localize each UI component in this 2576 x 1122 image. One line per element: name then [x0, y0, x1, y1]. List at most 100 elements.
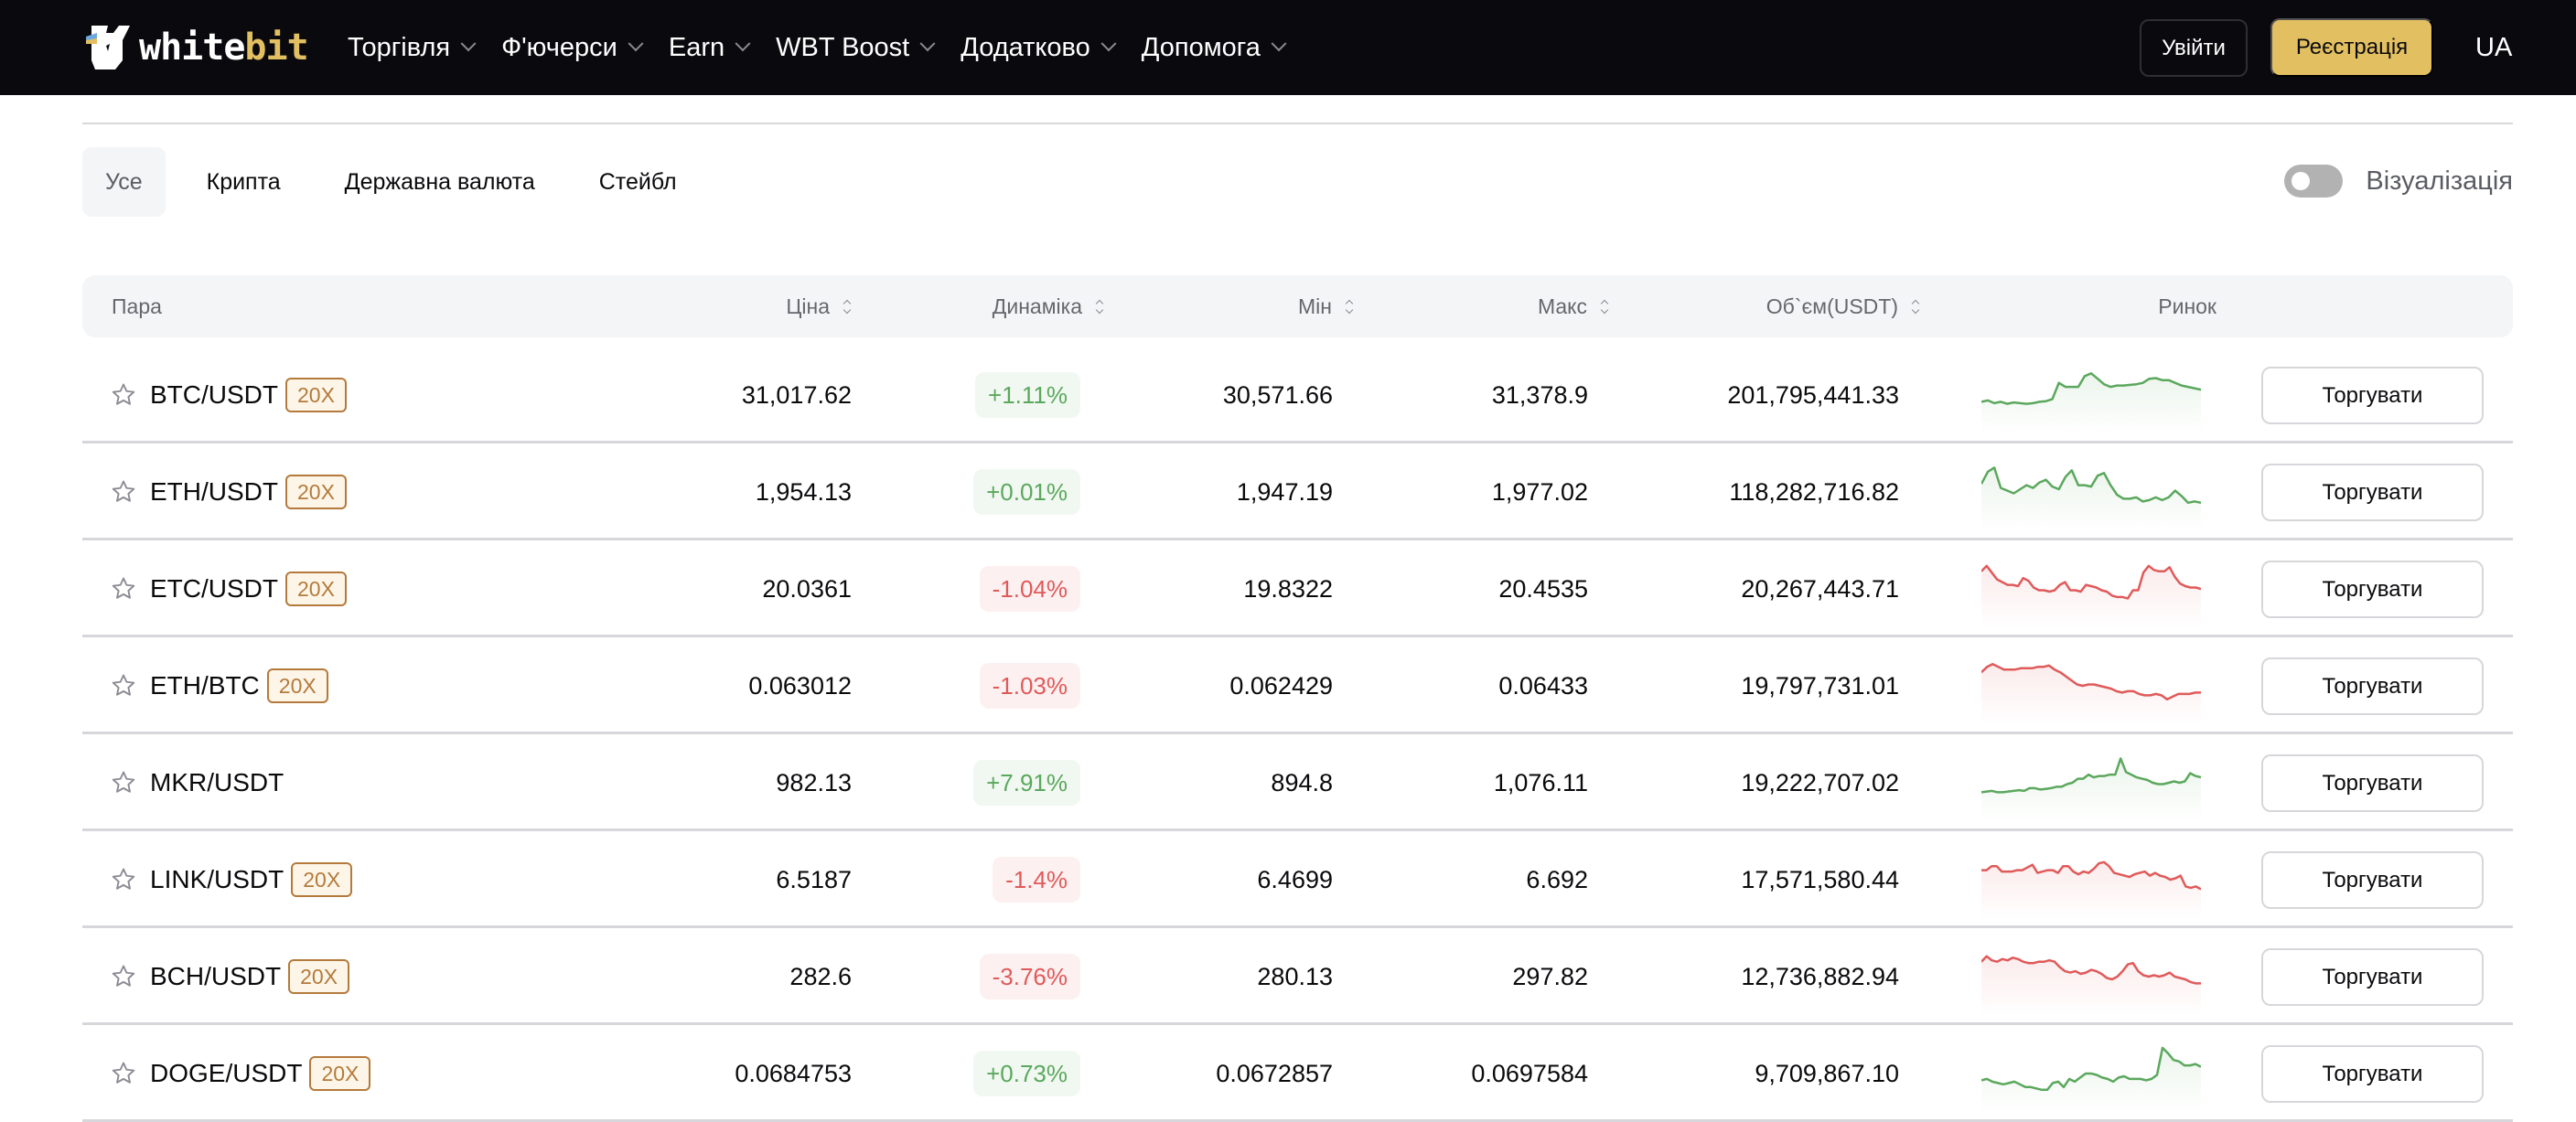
visualization-toggle[interactable]: [2284, 165, 2344, 198]
nav-additional[interactable]: Додатково: [961, 33, 1117, 63]
volume-cell: 118,282,716.82: [1729, 477, 1899, 506]
sort-icon: [1600, 298, 1609, 315]
sparkline-area: [1981, 565, 2201, 628]
leverage-badge: 20X: [285, 378, 347, 412]
column-volume[interactable]: Об`єм(USDT): [1766, 275, 1920, 337]
column-market: Ринок: [2158, 294, 2216, 318]
volume-cell: 17,571,580.44: [1741, 865, 1899, 893]
table-header: Пара Ціна Динаміка Мін Макс Об`єм(USDT) …: [82, 275, 2513, 337]
leverage-badge: 20X: [288, 959, 350, 994]
table-row[interactable]: ETC/USDT 20X 20.0361 -1.04% 19.8322 20.4535 20…: [82, 540, 2513, 637]
tab-all[interactable]: Усе: [82, 147, 166, 217]
pair-cell: ETH/USDT 20X: [110, 443, 347, 540]
leverage-badge: 20X: [309, 1056, 371, 1091]
volume-cell: 20,267,443.71: [1741, 574, 1899, 603]
table-row[interactable]: DOGE/USDT 20X 0.0684753 +0.73% 0.0672857 0.06…: [82, 1025, 2513, 1122]
nav-trading[interactable]: Торгівля: [348, 33, 477, 63]
high-cell: 297.82: [1512, 962, 1588, 990]
table-row[interactable]: ETH/USDT 20X 1,954.13 +0.01% 1,947.19 1,977.0…: [82, 443, 2513, 540]
language-selector[interactable]: UA: [2475, 27, 2512, 68]
sparkline-chart: [1981, 757, 2201, 822]
star-icon[interactable]: [110, 575, 137, 603]
pair-name[interactable]: LINK/USDT: [150, 865, 284, 894]
price-cell: 31,017.62: [741, 380, 852, 409]
price-cell: 1,954.13: [755, 477, 852, 506]
volume-cell: 201,795,441.33: [1727, 380, 1899, 409]
trade-button[interactable]: Торгувати: [2261, 1045, 2484, 1103]
table-row[interactable]: BCH/USDT 20X 282.6 -3.76% 280.13 297.82 12,736…: [82, 928, 2513, 1025]
divider: [82, 123, 2513, 124]
pair-name[interactable]: ETH/USDT: [150, 477, 278, 507]
nav-wbt-boost[interactable]: WBT Boost: [776, 33, 936, 63]
table-row[interactable]: LINK/USDT 20X 6.5187 -1.4% 6.4699 6.692 17,571…: [82, 831, 2513, 928]
pair-name[interactable]: MKR/USDT: [150, 768, 284, 797]
star-icon[interactable]: [110, 672, 137, 700]
trade-button[interactable]: Торгувати: [2261, 851, 2484, 909]
table-row[interactable]: BTC/USDT 20X 31,017.62 +1.11% 30,571.66 31,37…: [82, 347, 2513, 443]
change-cell: -1.04%: [979, 540, 1080, 637]
tab-stable[interactable]: Стейбл: [576, 147, 700, 217]
pair-name[interactable]: ETC/USDT: [150, 574, 278, 604]
high-cell: 6.692: [1526, 865, 1588, 893]
table-row[interactable]: ETH/BTC 20X 0.063012 -1.03% 0.062429 0.06433 1…: [82, 637, 2513, 734]
trade-button[interactable]: Торгувати: [2261, 657, 2484, 715]
change-badge: +0.01%: [973, 469, 1080, 515]
low-cell: 6.4699: [1257, 865, 1333, 893]
trade-button[interactable]: Торгувати: [2261, 754, 2484, 812]
price-cell: 0.0684753: [735, 1059, 852, 1087]
pair-name[interactable]: BTC/USDT: [150, 380, 278, 410]
price-cell: 982.13: [776, 768, 852, 796]
star-icon[interactable]: [110, 866, 137, 893]
chevron-down-icon: [1271, 36, 1287, 52]
whitebit-logo[interactable]: whitebit: [82, 24, 309, 71]
pair-cell: DOGE/USDT 20X: [110, 1025, 371, 1122]
pair-name[interactable]: ETH/BTC: [150, 671, 260, 700]
price-cell: 6.5187: [776, 865, 852, 893]
column-high[interactable]: Макс: [1538, 275, 1609, 337]
star-icon[interactable]: [110, 963, 137, 990]
sparkline-chart: [1981, 372, 2201, 434]
star-icon[interactable]: [110, 478, 137, 506]
volume-cell: 19,797,731.01: [1741, 671, 1899, 700]
sort-icon: [1345, 298, 1354, 315]
column-pair: Пара: [112, 294, 162, 318]
low-cell: 0.0672857: [1216, 1059, 1333, 1087]
trade-button[interactable]: Торгувати: [2261, 948, 2484, 1006]
high-cell: 20.4535: [1498, 574, 1588, 603]
login-button[interactable]: Увійти: [2140, 19, 2248, 77]
trade-button[interactable]: Торгувати: [2261, 464, 2484, 521]
tab-crypto[interactable]: Крипта: [184, 147, 304, 217]
column-low[interactable]: Мін: [1298, 275, 1354, 337]
column-price[interactable]: Ціна: [786, 275, 852, 337]
change-badge: -1.4%: [993, 857, 1080, 903]
nav-futures[interactable]: Ф'ючерси: [501, 33, 644, 63]
pair-cell: BTC/USDT 20X: [110, 347, 347, 443]
trade-button[interactable]: Торгувати: [2261, 561, 2484, 618]
chevron-down-icon: [1100, 36, 1117, 52]
high-cell: 0.0697584: [1471, 1059, 1588, 1087]
low-cell: 1,947.19: [1236, 477, 1333, 506]
column-change[interactable]: Динаміка: [993, 275, 1104, 337]
pair-name[interactable]: BCH/USDT: [150, 962, 281, 991]
toggle-knob: [2292, 172, 2311, 190]
visualization-label: Візуалізація: [2366, 166, 2513, 196]
pair-name[interactable]: DOGE/USDT: [150, 1059, 302, 1088]
change-cell: +0.01%: [973, 443, 1080, 540]
top-navbar: whitebit Торгівля Ф'ючерси Earn WBT Boos…: [0, 0, 2576, 95]
star-icon[interactable]: [110, 381, 137, 409]
star-icon[interactable]: [110, 769, 137, 796]
price-cell: 282.6: [789, 962, 852, 990]
register-button[interactable]: Реєстрація: [2270, 18, 2433, 77]
star-icon[interactable]: [110, 1060, 137, 1087]
table-row[interactable]: MKR/USDT 982.13 +7.91% 894.8 1,076.11 19,222,…: [82, 734, 2513, 831]
logo-mark-icon: [86, 26, 130, 69]
nav-help[interactable]: Допомога: [1142, 33, 1287, 63]
trade-button[interactable]: Торгувати: [2261, 367, 2484, 424]
tab-fiat[interactable]: Державна валюта: [322, 147, 558, 217]
main-nav: Торгівля Ф'ючерси Earn WBT Boost Додатко…: [348, 0, 1312, 95]
sparkline-area: [1981, 664, 2201, 725]
change-badge: +1.11%: [975, 372, 1080, 418]
sparkline-chart: [1981, 860, 2201, 919]
high-cell: 1,977.02: [1491, 477, 1588, 506]
nav-earn[interactable]: Earn: [669, 33, 751, 63]
